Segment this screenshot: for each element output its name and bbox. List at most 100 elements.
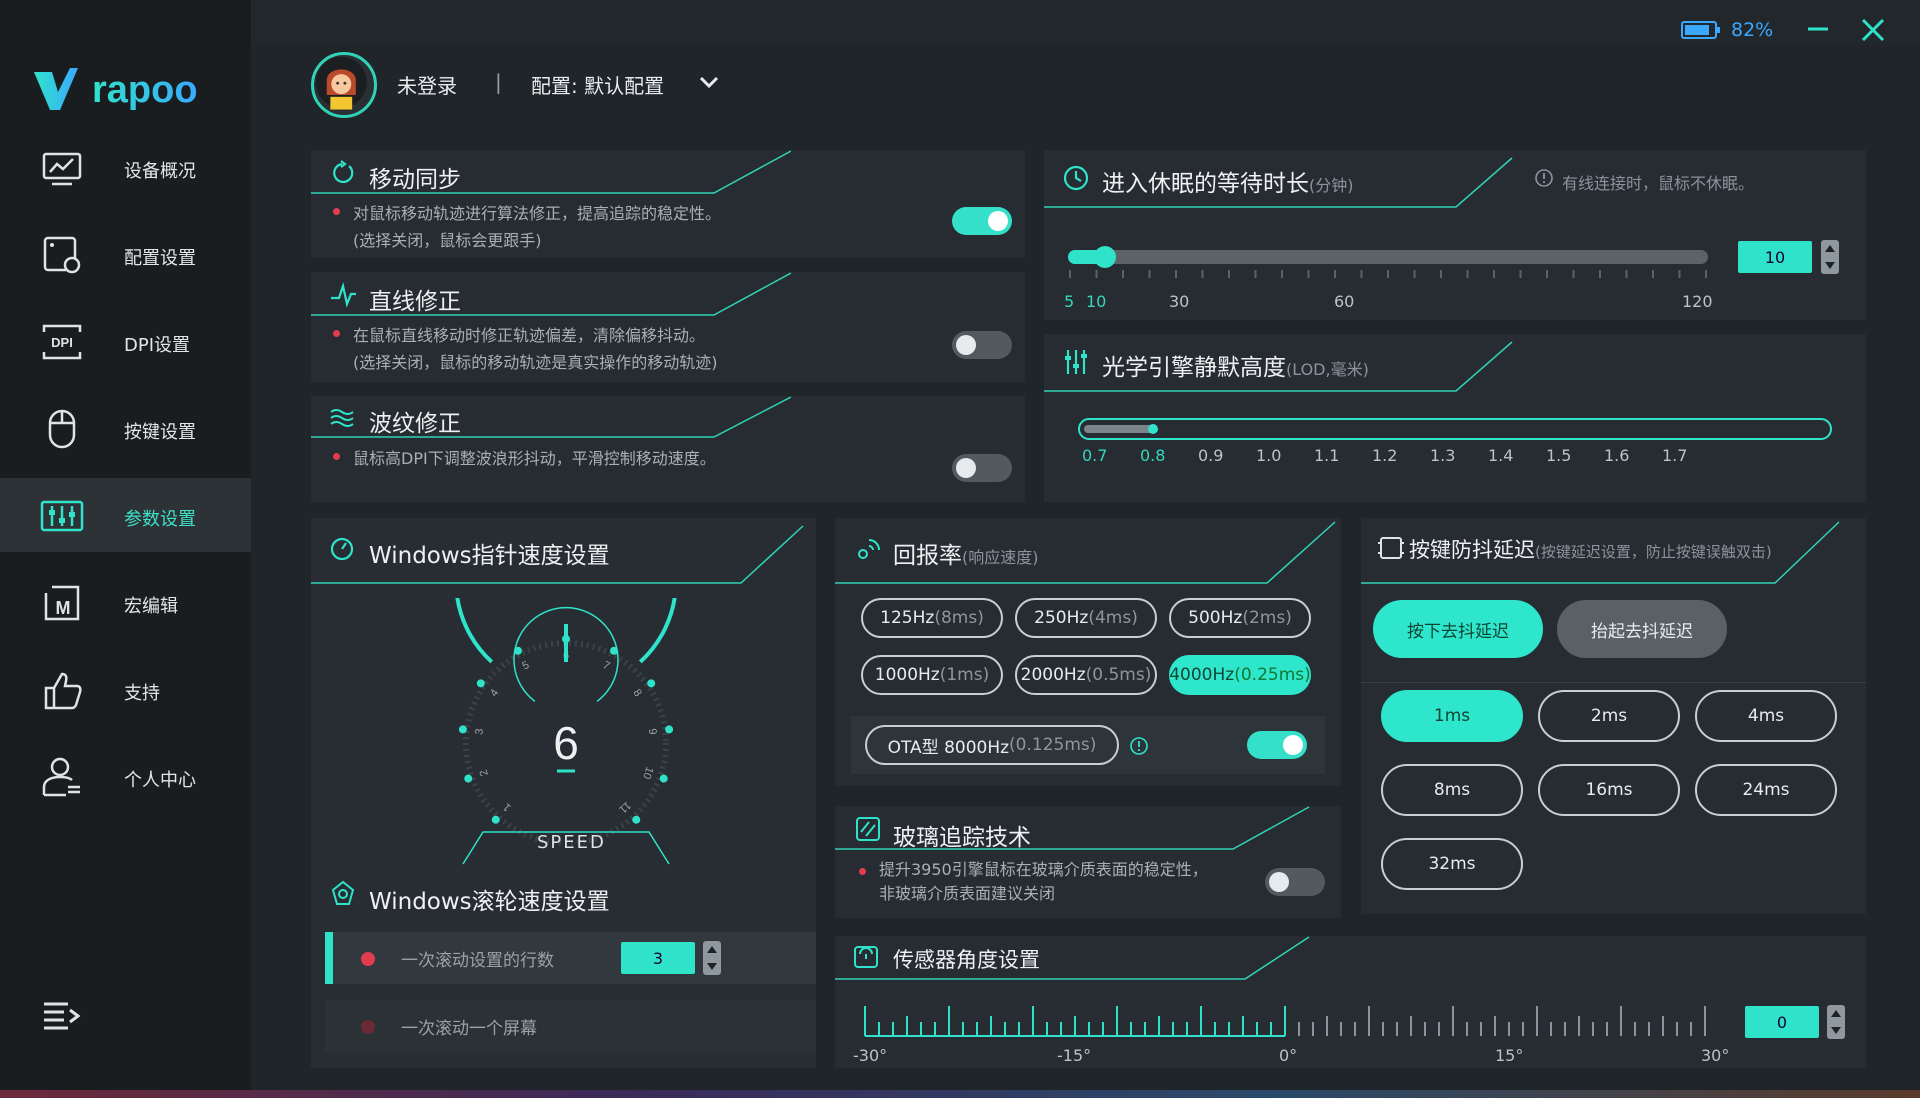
config-select[interactable]: 配置: 默认配置: [531, 70, 664, 99]
debounce-option[interactable]: 1ms: [1381, 690, 1523, 742]
chevron-down-icon[interactable]: [698, 74, 720, 90]
bullet-dot: [333, 453, 340, 460]
polling-rate-card: 回报率(响应速度) 125Hz (8ms) 250Hz (4ms) 500Hz (2m…: [835, 518, 1341, 786]
desc-line: 提升3950引擎鼠标在玻璃介质表面的稳定性，: [879, 860, 1208, 879]
mouse-icon: [48, 409, 76, 449]
sidebar: rapoo 设备概况 配置设置 DPI DPI设置 按键设置 参数设置 M 宏编…: [0, 0, 251, 1098]
rate-ms: (0.125ms): [1009, 735, 1097, 755]
rate-option[interactable]: 2000Hz (0.5ms): [1015, 655, 1157, 695]
debounce-card: 按键防抖延迟(按键延迟设置，防止按键误触双击) 按下去抖延迟 抬起去抖延迟 1m…: [1361, 518, 1866, 914]
sidebar-item-overview[interactable]: 设备概况: [0, 130, 251, 204]
scroll-lines-stepper[interactable]: [703, 941, 721, 975]
slider-ticks: [1069, 270, 1707, 278]
lod-slider-track[interactable]: [1078, 418, 1832, 440]
angle-snap-toggle[interactable]: [952, 331, 1012, 359]
rate-ms: (1ms): [939, 665, 990, 685]
lod-slider-fill: [1084, 425, 1154, 433]
debounce-option[interactable]: 4ms: [1695, 690, 1837, 742]
angle-tick: -15°: [1057, 1046, 1092, 1065]
rate-option[interactable]: 500Hz (2ms): [1169, 598, 1311, 638]
angle-value-input[interactable]: 0: [1745, 1006, 1819, 1038]
header-divider: [1044, 341, 1513, 392]
rate-ms: (0.5ms): [1085, 665, 1152, 685]
dial-dot: [647, 679, 656, 688]
desc-line: 在鼠标直线移动时修正轨迹偏差，清除偏移抖动。: [353, 326, 706, 345]
dial-label: 7: [601, 659, 612, 672]
dpi-icon: DPI: [42, 324, 82, 360]
lod-slider-knob[interactable]: [1148, 424, 1158, 434]
close-icon[interactable]: [1861, 18, 1885, 42]
rate-hz: 4000Hz: [1169, 665, 1235, 685]
minimize-icon[interactable]: [1806, 19, 1830, 39]
debounce-option[interactable]: 24ms: [1695, 764, 1837, 816]
rate-hz: 125Hz: [880, 608, 935, 628]
info-icon: [1535, 169, 1553, 187]
sidebar-item-macro[interactable]: M 宏编辑: [0, 565, 251, 639]
sleep-tick: 120: [1682, 292, 1713, 311]
rate-option[interactable]: 125Hz (8ms): [861, 598, 1003, 638]
sidebar-item-profile[interactable]: 个人中心: [0, 739, 251, 813]
user-status[interactable]: 未登录: [397, 70, 457, 99]
scroll-option-screen[interactable]: 一次滚动一个屏幕: [325, 1000, 816, 1052]
svg-text:M: M: [56, 598, 71, 618]
dial-label: 11: [617, 799, 634, 816]
sidebar-item-config[interactable]: 配置设置: [0, 217, 251, 291]
desc-line: (选择关闭，鼠标会更跟手): [353, 231, 542, 250]
rate-ms: (4ms): [1088, 608, 1138, 628]
bullet-dot: [333, 208, 340, 215]
radio-unselected-icon[interactable]: [361, 1020, 375, 1034]
sidebar-item-support[interactable]: 支持: [0, 652, 251, 726]
info-icon[interactable]: [1129, 736, 1149, 756]
scroll-option-lines[interactable]: 一次滚动设置的行数 3: [325, 932, 816, 984]
angle-stepper[interactable]: [1827, 1005, 1845, 1039]
sidebar-item-dpi[interactable]: DPI DPI设置: [0, 304, 251, 378]
sidebar-item-buttons[interactable]: 按键设置: [0, 391, 251, 465]
ripple-toggle[interactable]: [952, 454, 1012, 482]
lod-tick: 0.7: [1082, 446, 1108, 465]
card-desc: 在鼠标直线移动时修正轨迹偏差，清除偏移抖动。 (选择关闭，鼠标的移动轨迹是真实操作…: [353, 322, 718, 376]
dial-label: 2: [478, 768, 491, 778]
radio-selected-icon[interactable]: [361, 952, 375, 966]
header-divider: [835, 521, 1336, 584]
tab-press-debounce[interactable]: 按下去抖延迟: [1373, 600, 1543, 658]
rate-option-selected[interactable]: 4000Hz (0.25ms): [1169, 655, 1311, 695]
config-icon: [43, 236, 81, 274]
rate-option[interactable]: 250Hz (4ms): [1015, 598, 1157, 638]
lod-card: 光学引擎静默高度(LOD,毫米) 0.7 0.8 0.9 1.0 1.1 1.2 1.3 1.…: [1044, 334, 1866, 502]
dial-dot: [458, 725, 467, 734]
lod-tick: 1.3: [1430, 446, 1456, 465]
app-window: rapoo 设备概况 配置设置 DPI DPI设置 按键设置 参数设置 M 宏编…: [0, 0, 1920, 1098]
glass-toggle[interactable]: [1265, 868, 1325, 896]
scroll-lines-input[interactable]: 3: [621, 942, 695, 974]
angle-ruler[interactable]: [861, 996, 1721, 1042]
header-divider: [311, 272, 791, 316]
debounce-option[interactable]: 16ms: [1538, 764, 1680, 816]
device-overview-icon: [42, 152, 82, 186]
dial-label: 10: [640, 765, 655, 781]
motion-sync-toggle[interactable]: [952, 207, 1012, 235]
rapoo-logo: rapoo: [34, 68, 198, 111]
sleep-slider-knob[interactable]: [1093, 246, 1116, 268]
rate-hz: 500Hz: [1188, 608, 1243, 628]
rate-option[interactable]: 1000Hz (1ms): [861, 655, 1003, 695]
tab-release-debounce[interactable]: 抬起去抖延迟: [1557, 600, 1727, 658]
debounce-option[interactable]: 2ms: [1538, 690, 1680, 742]
ota-toggle[interactable]: [1247, 731, 1307, 759]
lod-tick: 1.1: [1314, 446, 1340, 465]
speed-value: 6: [553, 717, 579, 769]
dial-label: 3: [473, 728, 486, 736]
menu-collapse-icon[interactable]: [40, 998, 82, 1034]
debounce-option[interactable]: 8ms: [1381, 764, 1523, 816]
sleep-stepper[interactable]: [1821, 240, 1839, 274]
ota-rate-option[interactable]: OTA型 8000Hz (0.125ms): [865, 725, 1119, 765]
avatar[interactable]: [311, 52, 377, 118]
battery-icon: [1681, 21, 1720, 39]
sleep-value-input[interactable]: 10: [1738, 241, 1812, 273]
dial-dot: [632, 815, 641, 824]
dial-label: 9: [646, 728, 659, 736]
debounce-option[interactable]: 32ms: [1381, 838, 1523, 890]
sidebar-item-params[interactable]: 参数设置: [0, 478, 251, 552]
desc-line: 非玻璃介质表面建议关闭: [879, 884, 1056, 903]
sidebar-item-label: 设备概况: [124, 161, 196, 182]
sleep-slider-track[interactable]: [1068, 246, 1708, 268]
